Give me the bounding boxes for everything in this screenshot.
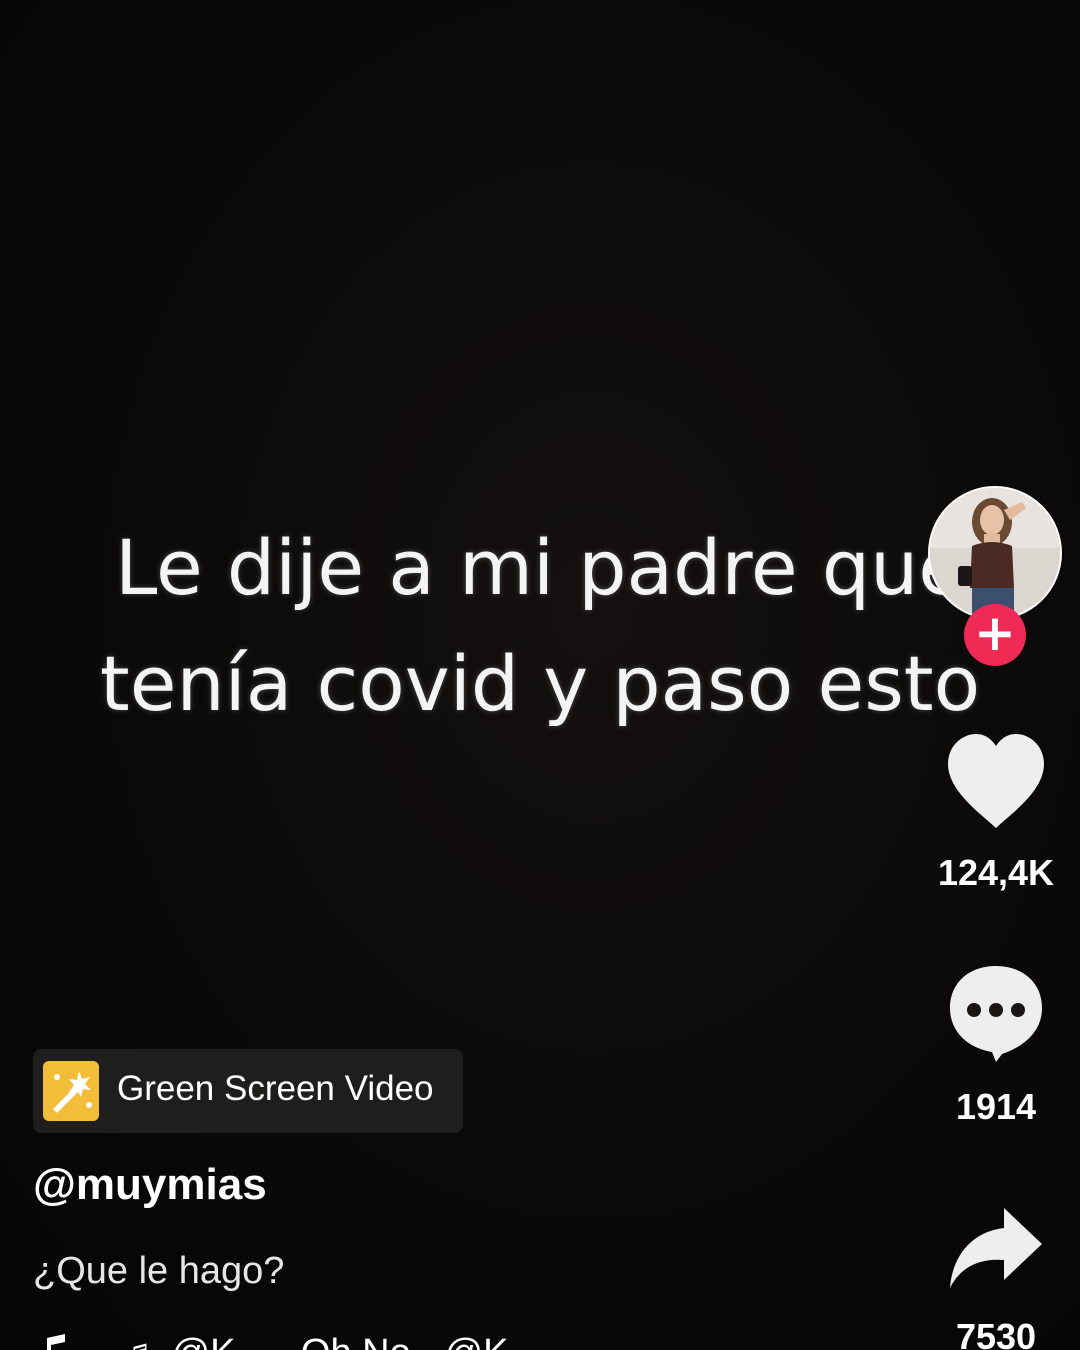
heart-icon[interactable] [944, 732, 1048, 832]
music-text: ♬ @K... · Oh No · @K... [123, 1332, 540, 1350]
comment-icon[interactable] [946, 962, 1046, 1064]
caption-line-2: tenía covid y paso esto [99, 639, 981, 728]
creator-avatar[interactable] [928, 486, 1062, 620]
like-count: 124,4K [937, 852, 1055, 893]
video-caption-overlay: Le dije a mi padre que tenía covid y pas… [60, 510, 1020, 742]
music-ticker[interactable]: ♬ @K... · Oh No · @K... [33, 1330, 593, 1350]
video-description: ¿Que le hago? [33, 1250, 285, 1292]
caption-line-1: Le dije a mi padre que [114, 523, 966, 612]
green-screen-effect-icon [43, 1061, 99, 1121]
tiktok-video-screen: Le dije a mi padre que tenía covid y pas… [0, 0, 1080, 1350]
creator-username[interactable]: @muymias [33, 1160, 267, 1210]
comment-count: 1914 [955, 1086, 1037, 1127]
share-icon[interactable] [946, 1206, 1044, 1290]
music-note-icon [47, 1334, 65, 1350]
follow-button[interactable]: + [964, 604, 1026, 666]
avatar-image [928, 486, 1062, 620]
effect-label: Green Screen Video [117, 1069, 434, 1108]
avatar-photo-icon [930, 488, 1060, 618]
effect-chip[interactable]: Green Screen Video [33, 1049, 463, 1133]
plus-icon: + [974, 604, 1016, 662]
share-count: 7530 [955, 1316, 1037, 1350]
